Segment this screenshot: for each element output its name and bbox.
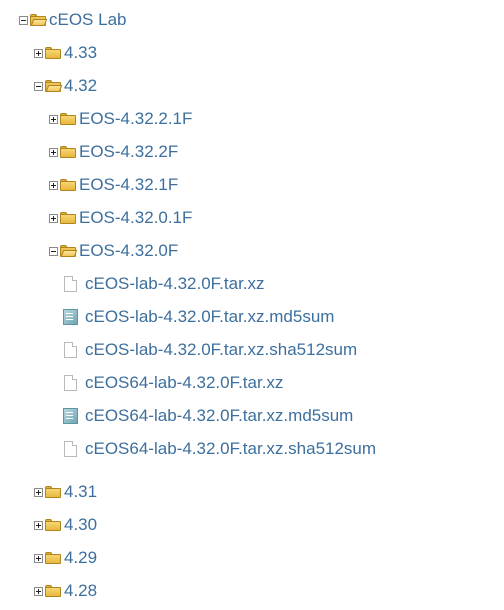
tree-node-release[interactable]: EOS-4.32.0.1F [49,207,192,229]
collapse-toggle-icon[interactable] [34,81,43,91]
collapse-toggle-icon[interactable] [49,246,58,256]
tree-file-item[interactable]: cEOS64-lab-4.32.0F.tar.xz [64,372,283,394]
tree-node-label[interactable]: 4.31 [64,481,97,503]
tree-node-label[interactable]: 4.32 [64,75,97,97]
tree-node-version[interactable]: 4.31 [34,481,97,503]
tree-node-version[interactable]: 4.28 [34,580,97,602]
tree-file-item[interactable]: cEOS-lab-4.32.0F.tar.xz [64,273,265,295]
folder-icon [45,552,61,564]
tree-file-item[interactable]: cEOS64-lab-4.32.0F.tar.xz.sha512sum [64,438,376,460]
expand-toggle-icon[interactable] [49,147,58,157]
expand-toggle-icon[interactable] [49,180,58,190]
file-tree: cEOS Lab 4.33 4.32 EOS-4.32.2.1F EOS-4.3… [0,0,504,610]
open-folder-icon [60,245,78,257]
expand-toggle-icon[interactable] [34,487,43,497]
tree-node-release[interactable]: EOS-4.32.2F [49,141,178,163]
tree-file-item[interactable]: cEOS-lab-4.32.0F.tar.xz.sha512sum [64,339,357,361]
expand-toggle-icon[interactable] [34,586,43,596]
file-download-link[interactable]: cEOS64-lab-4.32.0F.tar.xz.sha512sum [85,438,376,460]
tree-node-release[interactable]: EOS-4.32.1F [49,174,178,196]
tree-node-label[interactable]: 4.29 [64,547,97,569]
file-icon [64,342,77,358]
tree-node-label[interactable]: EOS-4.32.2.1F [79,108,192,130]
file-download-link[interactable]: cEOS64-lab-4.32.0F.tar.xz [85,372,283,394]
open-folder-icon [30,14,48,26]
folder-icon [45,585,61,597]
file-icon [64,441,77,457]
tree-node-root[interactable]: cEOS Lab [19,9,127,31]
expand-toggle-icon[interactable] [34,48,43,58]
open-folder-icon [45,80,63,92]
checksum-file-icon [63,408,78,424]
expand-toggle-icon[interactable] [34,520,43,530]
file-download-link[interactable]: cEOS-lab-4.32.0F.tar.xz.sha512sum [85,339,357,361]
tree-node-label[interactable]: 4.33 [64,42,97,64]
folder-icon [45,47,61,59]
file-icon [64,375,77,391]
file-download-link[interactable]: cEOS-lab-4.32.0F.tar.xz.md5sum [85,306,334,328]
file-icon [64,276,77,292]
tree-node-version[interactable]: 4.33 [34,42,97,64]
folder-icon [60,146,76,158]
expand-toggle-icon[interactable] [34,553,43,563]
expand-toggle-icon[interactable] [49,114,58,124]
tree-node-label[interactable]: EOS-4.32.1F [79,174,178,196]
tree-node-release[interactable]: EOS-4.32.2.1F [49,108,192,130]
file-download-link[interactable]: cEOS64-lab-4.32.0F.tar.xz.md5sum [85,405,353,427]
tree-node-label[interactable]: 4.28 [64,580,97,602]
tree-node-version[interactable]: 4.32 [34,75,97,97]
collapse-toggle-icon[interactable] [19,15,28,25]
checksum-file-icon [63,309,78,325]
tree-node-label[interactable]: EOS-4.32.0F [79,240,178,262]
tree-file-item[interactable]: cEOS64-lab-4.32.0F.tar.xz.md5sum [63,405,353,427]
folder-icon [60,212,76,224]
tree-file-item[interactable]: cEOS-lab-4.32.0F.tar.xz.md5sum [63,306,334,328]
tree-node-version[interactable]: 4.30 [34,514,97,536]
folder-icon [60,179,76,191]
tree-node-label[interactable]: EOS-4.32.2F [79,141,178,163]
tree-node-label[interactable]: cEOS Lab [49,9,127,31]
tree-node-label[interactable]: EOS-4.32.0.1F [79,207,192,229]
tree-node-release[interactable]: EOS-4.32.0F [49,240,178,262]
folder-icon [45,519,61,531]
file-download-link[interactable]: cEOS-lab-4.32.0F.tar.xz [85,273,265,295]
tree-node-label[interactable]: 4.30 [64,514,97,536]
expand-toggle-icon[interactable] [49,213,58,223]
folder-icon [60,113,76,125]
folder-icon [45,486,61,498]
tree-node-version[interactable]: 4.29 [34,547,97,569]
